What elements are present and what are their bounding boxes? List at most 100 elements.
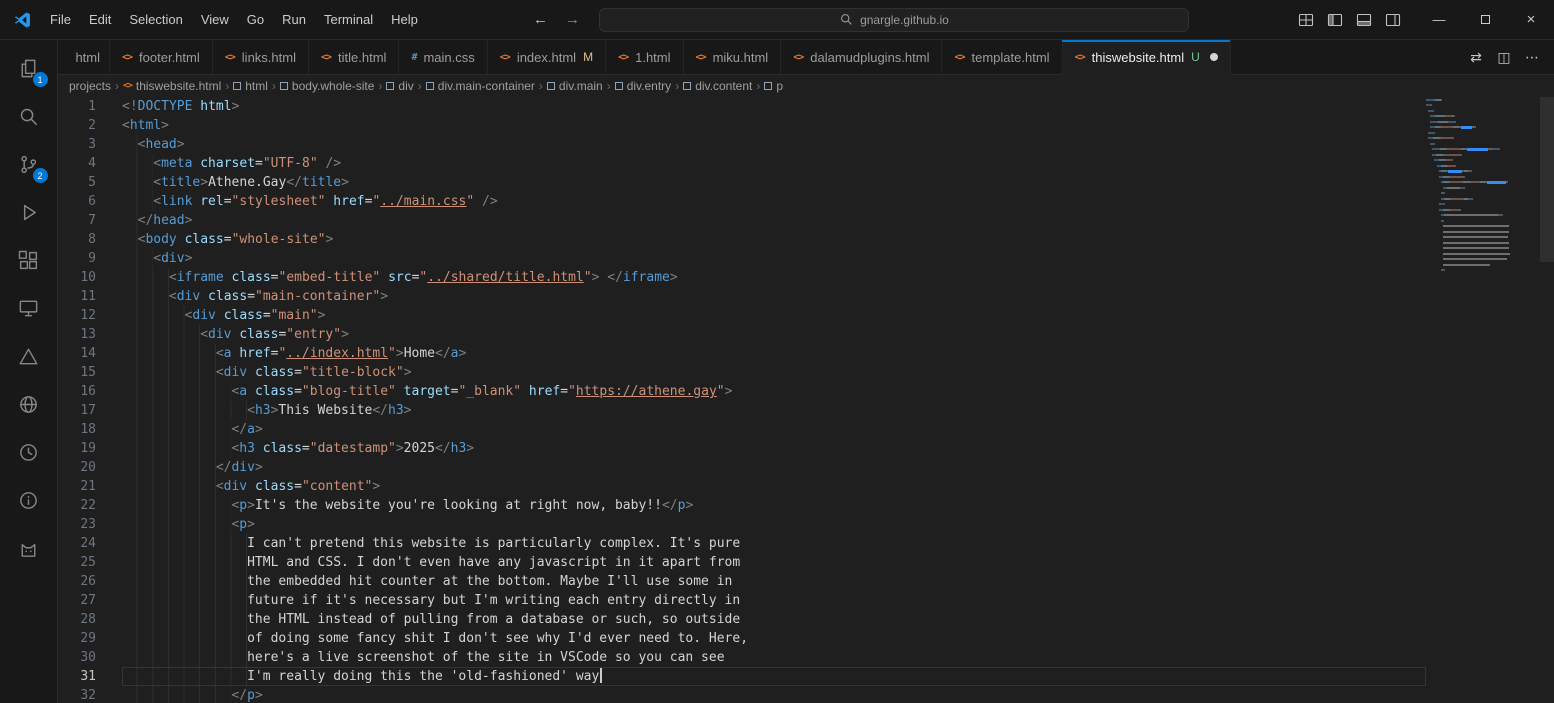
layout-grid-icon[interactable] (1292, 7, 1319, 33)
back-arrow-icon[interactable]: ← (529, 11, 551, 28)
code-line-30[interactable]: 30here's a live screenshot of the site i… (58, 648, 1426, 667)
code-line-11[interactable]: 11<div class="main-container"> (58, 287, 1426, 306)
code-line-19[interactable]: 19<h3 class="datestamp">2025</h3> (58, 439, 1426, 458)
scrollbar-thumb[interactable] (1540, 97, 1554, 262)
code-line-25[interactable]: 25HTML and CSS. I don't even have any ja… (58, 553, 1426, 572)
tab-main-css[interactable]: #main.css (399, 40, 487, 75)
menu-file[interactable]: File (41, 8, 80, 31)
tab-thiswebsite-html[interactable]: <>thiswebsite.htmlU (1063, 40, 1231, 75)
breadcrumb-p[interactable]: p (764, 79, 783, 93)
breadcrumb-thiswebsite-html[interactable]: <>thiswebsite.html (123, 79, 221, 93)
code-line-3[interactable]: 3<head> (58, 135, 1426, 154)
globe-icon[interactable] (5, 380, 53, 428)
editor[interactable]: 1<!DOCTYPE html>2<html>3<head>4<meta cha… (58, 97, 1554, 703)
open-changes-icon[interactable]: ⇄ (1464, 45, 1488, 69)
menu-bar: FileEditSelectionViewGoRunTerminalHelp (41, 8, 427, 31)
code-line-27[interactable]: 27future if it's necessary but I'm writi… (58, 591, 1426, 610)
indent-guides (122, 287, 169, 306)
code-line-18[interactable]: 18</a> (58, 420, 1426, 439)
code-line-6[interactable]: 6<link rel="stylesheet" href="../main.cs… (58, 192, 1426, 211)
code-line-5[interactable]: 5<title>Athene.Gay</title> (58, 173, 1426, 192)
close-icon[interactable]: × (1508, 0, 1554, 39)
code-line-8[interactable]: 8<body class="whole-site"> (58, 230, 1426, 249)
menu-terminal[interactable]: Terminal (315, 8, 382, 31)
tab-index-html[interactable]: <>index.htmlM (488, 40, 606, 75)
code-line-12[interactable]: 12<div class="main"> (58, 306, 1426, 325)
tab-label: footer.html (139, 50, 200, 65)
code-line-1[interactable]: 1<!DOCTYPE html> (58, 97, 1426, 116)
forward-arrow-icon[interactable]: → (561, 11, 583, 28)
command-center-search[interactable]: gnargle.github.io (599, 8, 1189, 32)
code-line-14[interactable]: 14<a href="../index.html">Home</a> (58, 344, 1426, 363)
breadcrumb-div-content[interactable]: div.content (683, 79, 752, 93)
indent-guides (122, 268, 169, 287)
code-line-13[interactable]: 13<div class="entry"> (58, 325, 1426, 344)
minimize-icon[interactable]: — (1416, 0, 1462, 39)
breadcrumb-body-whole-site[interactable]: body.whole-site (280, 79, 375, 93)
menu-selection[interactable]: Selection (120, 8, 191, 31)
code-line-15[interactable]: 15<div class="title-block"> (58, 363, 1426, 382)
menu-help[interactable]: Help (382, 8, 427, 31)
code-line-23[interactable]: 23<p> (58, 515, 1426, 534)
indent-guides (122, 629, 247, 648)
code-line-4[interactable]: 4<meta charset="UTF-8" /> (58, 154, 1426, 173)
breadcrumb-separator: › (272, 79, 276, 93)
menu-edit[interactable]: Edit (80, 8, 120, 31)
tab-miku-html[interactable]: <>miku.html (684, 40, 782, 75)
tab-dalamudplugins-html[interactable]: <>dalamudplugins.html (781, 40, 942, 75)
code-line-20[interactable]: 20</div> (58, 458, 1426, 477)
history-icon[interactable] (5, 428, 53, 476)
code-text: <div class="content"> (122, 477, 380, 496)
tab-1-html[interactable]: <>1.html (606, 40, 683, 75)
unsaved-dot-icon[interactable] (1210, 53, 1218, 61)
extensions-icon[interactable] (5, 236, 53, 284)
symbol-icon (386, 82, 394, 90)
code-line-28[interactable]: 28the HTML instead of pulling from a dat… (58, 610, 1426, 629)
code-line-32[interactable]: 32</p> (58, 686, 1426, 703)
layout-sidebar-right-icon[interactable] (1379, 7, 1406, 33)
breadcrumb-separator: › (378, 79, 382, 93)
breadcrumb-projects[interactable]: projects (69, 79, 111, 93)
history-nav: ← → (529, 11, 583, 28)
breadcrumb-div[interactable]: div (386, 79, 413, 93)
menu-view[interactable]: View (192, 8, 238, 31)
layout-panel-icon[interactable] (1350, 7, 1377, 33)
code-line-2[interactable]: 2<html> (58, 116, 1426, 135)
breadcrumb-div-entry[interactable]: div.entry (615, 79, 671, 93)
code-line-21[interactable]: 21<div class="content"> (58, 477, 1426, 496)
search-icon[interactable] (5, 92, 53, 140)
breadcrumb-div-main[interactable]: div.main (547, 79, 603, 93)
code-line-17[interactable]: 17<h3>This Website</h3> (58, 401, 1426, 420)
source-control-icon[interactable]: 2 (5, 140, 53, 188)
code-line-16[interactable]: 16<a class="blog-title" target="_blank" … (58, 382, 1426, 401)
maximize-icon[interactable] (1462, 0, 1508, 39)
code-line-24[interactable]: 24I can't pretend this website is partic… (58, 534, 1426, 553)
code-line-29[interactable]: 29of doing some fancy shit I don't see w… (58, 629, 1426, 648)
layout-sidebar-left-icon[interactable] (1321, 7, 1348, 33)
code-line-10[interactable]: 10<iframe class="embed-title" src="../sh… (58, 268, 1426, 287)
triangle-icon[interactable] (5, 332, 53, 380)
code-line-31[interactable]: 31I'm really doing this the 'old-fashion… (58, 667, 1426, 686)
tab-template-html[interactable]: <>template.html (942, 40, 1062, 75)
tab-title-html[interactable]: <>title.html (309, 40, 399, 75)
code-line-22[interactable]: 22<p>It's the website you're looking at … (58, 496, 1426, 515)
minimap[interactable] (1426, 97, 1540, 273)
menu-run[interactable]: Run (273, 8, 315, 31)
run-debug-icon[interactable] (5, 188, 53, 236)
breadcrumb-html[interactable]: html (233, 79, 268, 93)
code-line-7[interactable]: 7</head> (58, 211, 1426, 230)
info-icon[interactable] (5, 476, 53, 524)
tab-footer-html[interactable]: <>footer.html (110, 40, 213, 75)
split-editor-icon[interactable]: ◫ (1492, 45, 1516, 69)
menu-go[interactable]: Go (238, 8, 273, 31)
pets-icon[interactable] (5, 524, 53, 572)
tab-links-html[interactable]: <>links.html (213, 40, 309, 75)
more-actions-icon[interactable]: ⋯ (1520, 45, 1544, 69)
breadcrumb-div-main-container[interactable]: div.main-container (426, 79, 535, 93)
tab-html[interactable]: html (58, 40, 110, 75)
explorer-icon[interactable]: 1 (5, 44, 53, 92)
code-line-26[interactable]: 26the embedded hit counter at the bottom… (58, 572, 1426, 591)
scrollbar[interactable] (1540, 97, 1554, 703)
remote-explorer-icon[interactable] (5, 284, 53, 332)
code-line-9[interactable]: 9<div> (58, 249, 1426, 268)
